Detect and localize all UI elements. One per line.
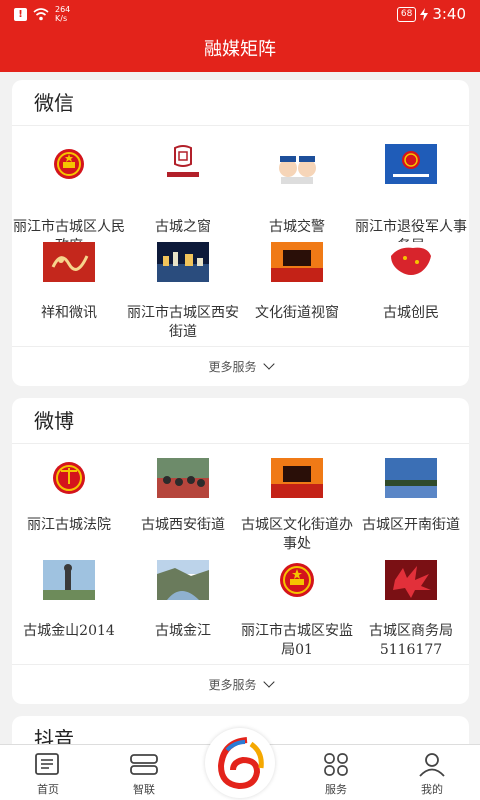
statue-photo-icon: [43, 560, 95, 600]
court-emblem-icon: [53, 462, 85, 494]
smart-connect-icon: [130, 754, 158, 775]
wechat-card: 微信 丽江市古城区人民政府 古城之窗: [12, 80, 469, 386]
wechat-section-title: 微信: [12, 80, 469, 126]
weibo-more-services-button[interactable]: 更多服务: [12, 664, 469, 704]
alert-icon: !: [14, 7, 27, 21]
chevron-down-icon: [262, 358, 275, 370]
night-city-photo-icon: [157, 242, 209, 282]
tab-profile[interactable]: 我的: [392, 745, 472, 800]
tab-services[interactable]: 服务: [296, 745, 376, 800]
culture-street-logo-icon: [271, 458, 323, 498]
river-valley-photo-icon: [157, 560, 209, 600]
red-leaves-photo-icon: [385, 560, 437, 600]
home-newspaper-icon: [35, 753, 59, 775]
xianghe-calligraphy-icon: [43, 242, 95, 282]
tab-home[interactable]: 首页: [8, 745, 88, 800]
network-speed: 264 K/s: [55, 5, 71, 23]
weibo-card: 微博 丽江古城法院 古城西安街道 古城区文化街道办事处 古城区开南街道 古城金山…: [12, 398, 469, 704]
weibo-section-title: 微博: [12, 398, 469, 444]
culture-street-logo-icon: [271, 242, 323, 282]
veterans-affairs-emblem-icon: [385, 144, 437, 184]
china-map-icon: [385, 242, 437, 282]
services-grid-icon: [324, 753, 348, 776]
wechat-more-services-button[interactable]: 更多服务: [12, 346, 469, 386]
user-profile-icon: [419, 753, 445, 777]
center-app-logo-button[interactable]: [205, 728, 275, 798]
status-bar: ! 264 K/s 68 3:40: [0, 0, 480, 28]
gucheng-window-logo-icon: [157, 144, 209, 184]
traffic-police-icon: [271, 144, 323, 184]
national-emblem-icon: [280, 563, 314, 597]
page-title: 融媒矩阵: [0, 28, 480, 72]
chevron-down-icon: [262, 676, 275, 688]
national-emblem-icon: [54, 149, 84, 179]
battery-indicator: 68: [396, 6, 417, 22]
clock: 3:40: [432, 5, 466, 23]
wifi-icon: [33, 7, 49, 20]
crowd-photo-icon: [157, 458, 209, 498]
charging-icon: [420, 7, 429, 21]
app-logo-icon: [217, 737, 264, 790]
lake-landscape-icon: [385, 458, 437, 498]
tab-zhilian[interactable]: 智联: [104, 745, 184, 800]
